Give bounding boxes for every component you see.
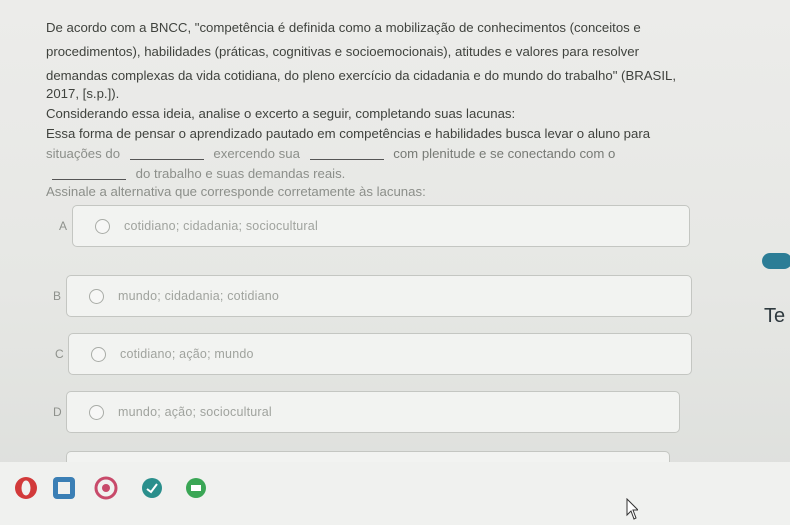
screen: De acordo com a BNCC, "competência é def… (0, 0, 790, 525)
app-icon-blue[interactable] (52, 476, 76, 500)
option-letter: C (55, 347, 64, 361)
radio-button[interactable] (89, 288, 104, 304)
option-b[interactable]: B mundo; cidadania; cotidiano (53, 275, 692, 317)
taskbar (0, 462, 790, 525)
option-c[interactable]: C cotidiano; ação; mundo (55, 333, 692, 375)
radio-button[interactable] (89, 404, 104, 420)
option-text: cotidiano; cidadania; sociocultural (124, 219, 318, 233)
option-text: mundo; ação; sociocultural (118, 405, 272, 419)
mouse-cursor-icon (626, 498, 638, 520)
app-icon-red-ring[interactable] (94, 476, 118, 500)
excerpt-fragment: com plenitude e se conectando com o (393, 146, 616, 161)
option-letter: B (53, 289, 62, 303)
radio-button[interactable] (95, 218, 110, 234)
excerpt-line: Essa forma de pensar o aprendizado pauta… (46, 126, 651, 141)
option-a[interactable]: A cotidiano; cidadania; sociocultural (59, 205, 690, 247)
option-text: cotidiano; ação; mundo (120, 347, 254, 361)
option-d[interactable]: D mundo; ação; sociocultural (53, 391, 680, 433)
excerpt-fragment: do trabalho e suas demandas reais. (135, 166, 346, 181)
excerpt-line-end: do trabalho e suas demandas reais. (46, 166, 345, 182)
excerpt-fragment: exercendo sua (213, 146, 300, 161)
blank-1 (129, 159, 204, 160)
option-text: mundo; cidadania; cotidiano (118, 289, 280, 303)
answer-instruction: Assinale a alternativa que corresponde c… (46, 184, 426, 199)
side-panel-toggle[interactable] (762, 253, 790, 269)
blank-3 (52, 179, 126, 180)
question-line: De acordo com a BNCC, "competência é def… (46, 20, 641, 35)
app-icon-green[interactable] (184, 476, 208, 500)
question-line: procedimentos), habilidades (práticas, c… (46, 44, 639, 59)
option-letter: A (59, 219, 68, 233)
excerpt-fragment: situações do (46, 146, 121, 161)
question-line: 2017, [s.p.]). (46, 86, 120, 101)
side-panel-text: Te (764, 305, 786, 327)
option-letter: D (53, 405, 62, 419)
instruction-line: Considerando essa ideia, analise o excer… (46, 106, 516, 121)
question-line: demandas complexas da vida cotidiana, do… (46, 68, 677, 83)
blank-2 (309, 159, 384, 160)
excerpt-line-gaps: situações do exercendo sua com plenitude… (46, 146, 615, 162)
app-icon-teal[interactable] (140, 476, 164, 500)
opera-icon[interactable] (14, 476, 38, 500)
radio-button[interactable] (91, 346, 106, 362)
